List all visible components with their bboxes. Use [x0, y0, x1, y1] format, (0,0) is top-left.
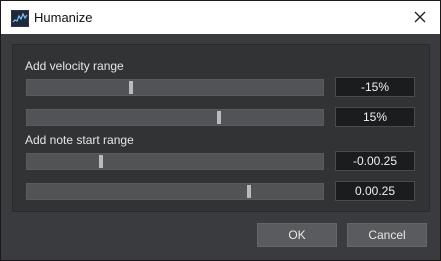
- note-start-max-field[interactable]: 0.00.25: [335, 181, 415, 201]
- note-start-max-slider[interactable]: [26, 183, 324, 200]
- note-start-max-slider-thumb[interactable]: [247, 185, 251, 198]
- velocity-max-slider[interactable]: [26, 109, 324, 126]
- humanize-dialog: Humanize Add velocity range -15% 15% Add…: [0, 0, 441, 261]
- ok-button[interactable]: OK: [257, 223, 337, 247]
- title-bar[interactable]: Humanize: [1, 1, 440, 34]
- velocity-min-slider-thumb[interactable]: [129, 81, 133, 94]
- note-start-min-slider-thumb[interactable]: [99, 155, 103, 168]
- note-start-range-label: Add note start range: [25, 133, 134, 147]
- velocity-min-field[interactable]: -15%: [335, 77, 415, 97]
- velocity-range-label: Add velocity range: [25, 59, 124, 73]
- velocity-max-field[interactable]: 15%: [335, 107, 415, 127]
- note-start-min-slider[interactable]: [26, 153, 324, 170]
- velocity-max-slider-thumb[interactable]: [217, 111, 221, 124]
- note-start-min-field[interactable]: -0.00.25: [335, 151, 415, 171]
- humanize-settings-panel: Add velocity range -15% 15% Add note sta…: [12, 44, 430, 212]
- humanize-waveform-icon: [11, 10, 29, 27]
- window-title: Humanize: [34, 10, 93, 25]
- close-icon[interactable]: [410, 6, 430, 28]
- cancel-button[interactable]: Cancel: [347, 223, 427, 247]
- velocity-min-slider[interactable]: [26, 79, 324, 96]
